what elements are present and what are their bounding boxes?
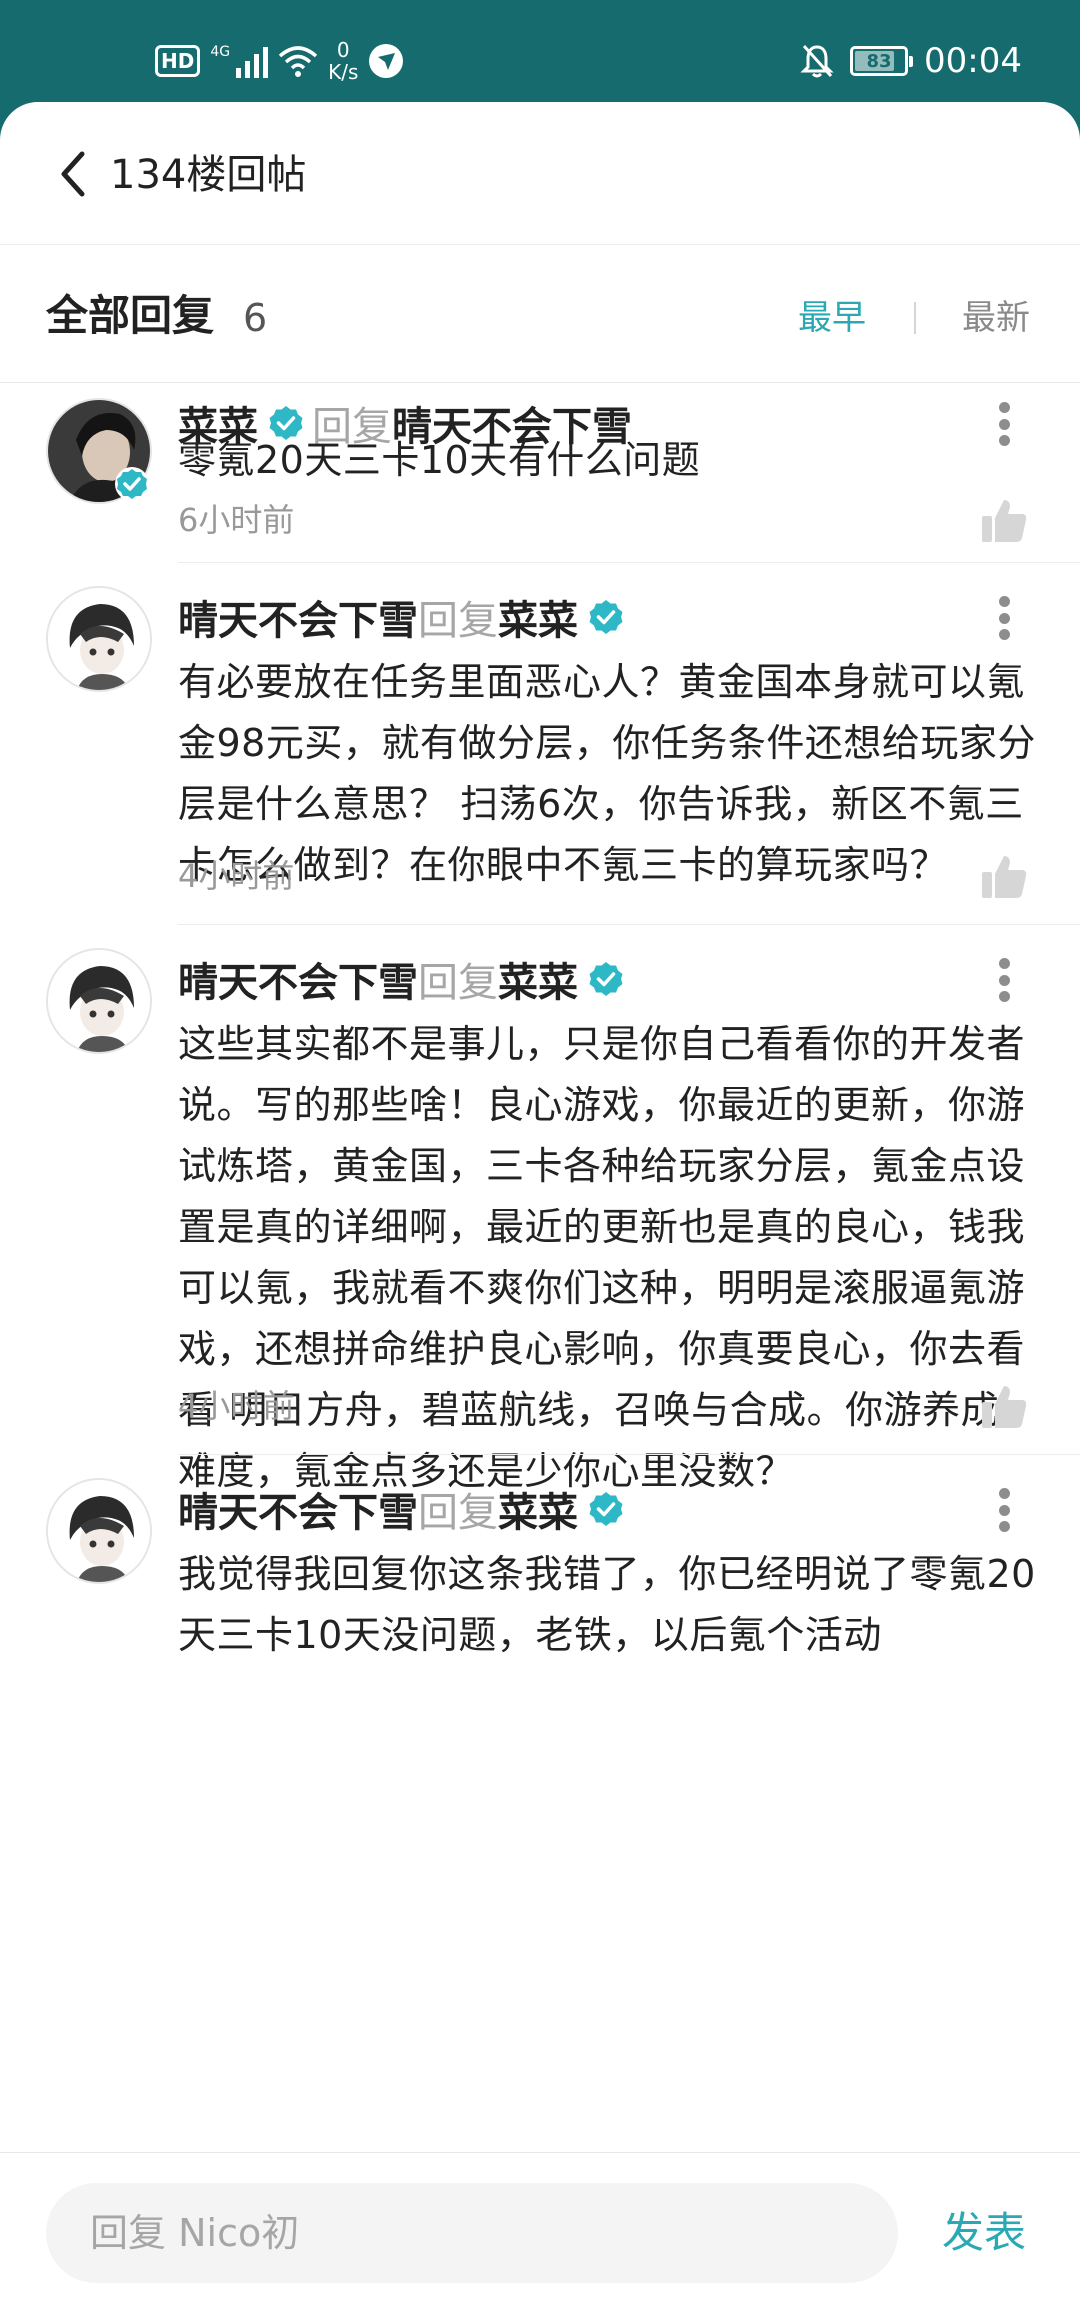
reply-word: 回复: [418, 1490, 498, 1536]
reply-target[interactable]: 菜菜: [498, 1480, 578, 1538]
like-icon[interactable]: [980, 496, 1028, 544]
more-dot-icon: [998, 1488, 1010, 1499]
reply-target[interactable]: 菜菜: [498, 950, 578, 1008]
more-dot-icon: [998, 991, 1010, 1002]
reply-item: 菜菜 回复 晴天不会下雪 零氪20天三卡10天有什么问题 6小时前: [0, 384, 1080, 562]
reply-time: 4小时前: [178, 1387, 295, 1425]
verified-badge-icon: [589, 962, 623, 996]
status-bar-left: HD 4G 0 K/s: [155, 36, 404, 86]
avatar-photo: [46, 1478, 152, 1584]
reply-list: 菜菜 回复 晴天不会下雪 零氪20天三卡10天有什么问题 6小时前 晴天不会下雪…: [0, 384, 1080, 2152]
reply-time: 4小时前: [178, 857, 295, 895]
like-icon[interactable]: [980, 852, 1028, 900]
more-dot-icon: [998, 974, 1010, 986]
sort-earliest-tab[interactable]: 最早: [798, 293, 866, 343]
reply-body: 零氪20天三卡10天有什么问题: [178, 438, 701, 482]
sort-bar: 全部回复 6 最早 最新: [0, 245, 1080, 383]
avatar-photo: [46, 586, 152, 692]
reply-body: 有必要放在任务里面恶心人？黄金国本身就可以氪金98元买，就有做分层，你任务条件还…: [178, 660, 1036, 887]
reply-header: 晴天不会下雪 回复 菜菜: [178, 588, 632, 646]
more-dot-icon: [998, 418, 1010, 430]
reply-header: 晴天不会下雪 回复 菜菜: [178, 950, 632, 1008]
signal-icon: 4G: [210, 44, 269, 78]
avatar-photo: [46, 948, 152, 1054]
all-replies-title: 全部回复: [46, 291, 215, 340]
like-icon[interactable]: [980, 1382, 1028, 1430]
net-speed: 0 K/s: [328, 39, 358, 83]
reply-item: 晴天不会下雪 回复 菜菜 这些其实都不是事儿，只是你自己看看你的开发者说。写的那…: [0, 924, 1080, 1493]
reply-word: 回复: [418, 960, 498, 1006]
reply-compose-bar: 发表: [0, 2152, 1080, 2310]
reply-body: 这些其实都不是事儿，只是你自己看看你的开发者说。写的那些啥！良心游戏，你最近的更…: [178, 1022, 1026, 1493]
reply-author[interactable]: 晴天不会下雪: [178, 588, 418, 646]
wifi-icon: [278, 46, 318, 77]
avatar[interactable]: [46, 398, 152, 504]
status-bar: HD 4G 0 K/s 83 00:04: [0, 0, 1080, 102]
verified-badge-icon: [589, 600, 623, 634]
sort-latest-tab[interactable]: 最新: [962, 293, 1030, 343]
avatar[interactable]: [46, 1478, 152, 1584]
hd-icon: HD: [155, 45, 201, 77]
sort-divider: [914, 302, 916, 334]
signal-type-label: 4G: [210, 44, 231, 60]
reply-body: 我觉得我回复你这条我错了，你已经明说了零氪20天三卡10天没问题，老铁，以后氪个…: [178, 1552, 1036, 1657]
reply-author[interactable]: 晴天不会下雪: [178, 1480, 418, 1538]
reply-thread-sheet: 134楼回帖 全部回复 6 最早 最新 菜菜 回复 晴天不会下雪 零氪20天三卡…: [0, 102, 1080, 2310]
reply-time: 6小时前: [178, 501, 295, 539]
reply-header: 晴天不会下雪 回复 菜菜: [178, 1480, 632, 1538]
top-bar: 134楼回帖: [0, 102, 1080, 245]
mute-bell-icon: [800, 44, 834, 78]
status-bar-right: 83 00:04: [800, 36, 1022, 86]
net-speed-unit: K/s: [328, 60, 359, 84]
status-time: 00:04: [924, 41, 1022, 81]
more-options-button[interactable]: [992, 590, 1016, 646]
battery-level: 83: [866, 50, 892, 72]
more-dot-icon: [998, 596, 1010, 607]
verified-badge-icon: [589, 1492, 623, 1526]
back-button[interactable]: [52, 146, 96, 202]
more-dot-icon: [998, 612, 1010, 624]
more-dot-icon: [998, 402, 1010, 413]
more-options-button[interactable]: [992, 952, 1016, 1008]
reply-word: 回复: [418, 598, 498, 644]
verified-badge-icon: [115, 467, 149, 501]
reply-author[interactable]: 晴天不会下雪: [178, 950, 418, 1008]
reply-item: 晴天不会下雪 回复 菜菜 我觉得我回复你这条我错了，你已经明说了零氪20天三卡1…: [0, 1454, 1080, 1694]
more-options-button[interactable]: [992, 1482, 1016, 1538]
reply-count: 6: [243, 296, 268, 340]
avatar[interactable]: [46, 586, 152, 692]
battery-icon: 83: [850, 46, 914, 76]
avatar[interactable]: [46, 948, 152, 1054]
reply-item: 晴天不会下雪 回复 菜菜 有必要放在任务里面恶心人？黄金国本身就可以氪金98元买…: [0, 562, 1080, 924]
more-dot-icon: [998, 1521, 1010, 1532]
more-dot-icon: [998, 958, 1010, 969]
reply-input[interactable]: [46, 2183, 898, 2283]
more-dot-icon: [998, 629, 1010, 640]
chevron-left-icon: [61, 151, 85, 197]
vpn-icon: [369, 44, 404, 78]
page-title: 134楼回帖: [110, 152, 307, 198]
publish-button[interactable]: 发表: [942, 2203, 1026, 2263]
net-speed-value: 0: [336, 38, 350, 62]
more-dot-icon: [998, 1504, 1010, 1516]
reply-target[interactable]: 菜菜: [498, 588, 578, 646]
